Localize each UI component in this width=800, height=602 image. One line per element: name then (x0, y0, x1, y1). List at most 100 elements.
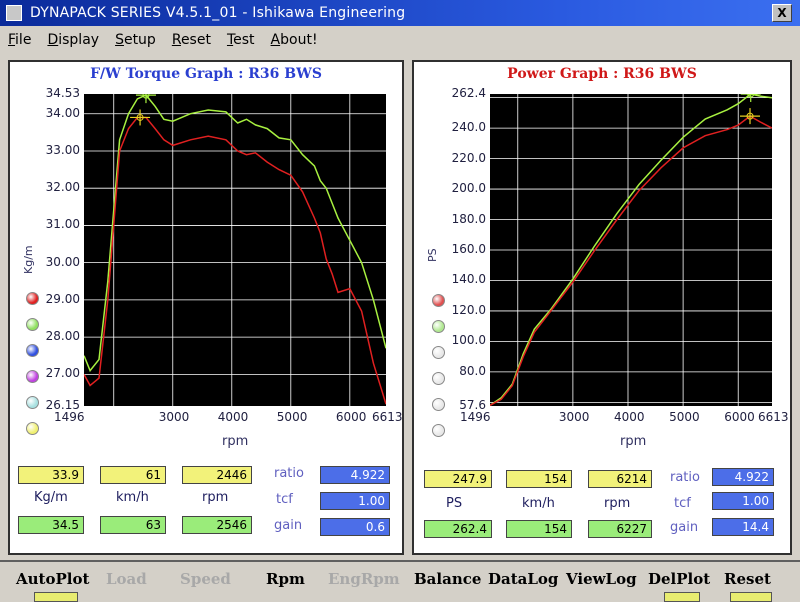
torque-ratio-label: ratio (274, 466, 304, 481)
torque-series-toggle-5[interactable] (26, 396, 39, 409)
power-series-toggle-2[interactable] (432, 320, 445, 333)
power-plot-area[interactable] (489, 86, 773, 407)
menu-setup[interactable]: Setup (107, 32, 164, 48)
torque-plot-area[interactable] (83, 87, 387, 406)
power-x-axis-label: rpm (620, 434, 647, 449)
reset-indicator (730, 592, 772, 602)
power-gain-value[interactable]: 14.4 (712, 518, 774, 536)
torque-series-toggle-6[interactable] (26, 422, 39, 435)
series-line-2 (83, 116, 387, 405)
power-x-tick: 1496 (460, 410, 491, 424)
delplot-indicator (664, 592, 700, 602)
power-x-tick: 5000 (669, 410, 700, 424)
menu-reset[interactable]: Reset (164, 32, 219, 48)
autoplot-button[interactable]: AutoPlot (16, 570, 89, 588)
menu-test[interactable]: Test (219, 32, 263, 48)
power-y-axis-label: PS (426, 248, 439, 262)
torque-chart (83, 87, 387, 406)
torque-x-axis-label: rpm (222, 434, 249, 449)
load-button[interactable]: Load (106, 570, 147, 588)
power-x-tick: 4000 (613, 410, 645, 424)
power-y-tick: 240.0 (451, 120, 486, 135)
torque-y-tick: 34.53 (45, 86, 80, 100)
torque-y-tick: 33.00 (45, 142, 80, 157)
power-value-peak: 262.4 (424, 520, 492, 538)
torque-y-tick: 28.00 (45, 329, 80, 344)
power-tcf-value[interactable]: 1.00 (712, 492, 774, 510)
menu-bar: File Display Setup Reset Test About! (0, 28, 800, 52)
torque-tcf-value[interactable]: 1.00 (320, 492, 390, 510)
torque-x-tick: 5000 (276, 410, 308, 424)
menu-file[interactable]: File (0, 32, 39, 48)
power-ratio-label: ratio (670, 470, 700, 485)
torque-value-peak: 34.5 (18, 516, 84, 534)
viewlog-button[interactable]: ViewLog (566, 570, 637, 588)
torque-value-top: 33.9 (18, 466, 84, 484)
power-y-tick: 80.0 (459, 363, 486, 378)
torque-series-toggle-3[interactable] (26, 344, 39, 357)
power-series-toggle-3[interactable] (432, 346, 445, 359)
power-rpm-top: 6214 (588, 470, 652, 488)
power-unit-label: PS (446, 496, 463, 511)
engrpm-button[interactable]: EngRpm (328, 570, 400, 588)
torque-y-tick: 32.00 (45, 180, 80, 195)
rpm-button[interactable]: Rpm (266, 570, 305, 588)
balance-button[interactable]: Balance (414, 570, 481, 588)
power-ratio-value[interactable]: 4.922 (712, 468, 774, 486)
power-rpm-unit: rpm (604, 496, 631, 511)
menu-about[interactable]: About! (263, 32, 326, 48)
power-x-tick: 6000 (724, 410, 755, 424)
series-line-2 (489, 115, 773, 407)
torque-x-tick: 1496 (54, 410, 85, 424)
app-icon (6, 5, 22, 21)
window-title: DYNAPACK SERIES V4.5.1_01 - Ishikawa Eng… (30, 5, 406, 21)
menu-display[interactable]: Display (39, 32, 107, 48)
torque-x-tick: 6000 (335, 410, 367, 424)
torque-rpm-peak: 2546 (182, 516, 252, 534)
torque-x-tick: 6613 (372, 410, 403, 424)
torque-rpm-top: 2446 (182, 466, 252, 484)
close-button[interactable]: X (772, 4, 792, 22)
power-series-toggle-1[interactable] (432, 294, 445, 307)
torque-y-tick: 29.00 (45, 291, 80, 306)
power-y-tick: 200.0 (451, 181, 486, 196)
torque-y-tick: 31.00 (45, 217, 80, 232)
power-tcf-label: tcf (674, 496, 691, 511)
torque-y-axis-label: Kg/m (22, 245, 35, 274)
torque-gain-value[interactable]: 0.6 (320, 518, 390, 536)
series-line-1 (83, 94, 387, 373)
power-y-tick: 220.0 (451, 150, 486, 165)
delplot-button[interactable]: DelPlot (648, 570, 710, 588)
power-value-top: 247.9 (424, 470, 492, 488)
power-speed-unit: km/h (522, 496, 555, 511)
torque-series-toggle-4[interactable] (26, 370, 39, 383)
power-y-tick: 160.0 (451, 242, 486, 256)
power-y-tick: 100.0 (451, 333, 486, 348)
torque-tcf-label: tcf (276, 492, 293, 507)
power-x-tick: 6613 (758, 410, 789, 424)
torque-series-toggle-1[interactable] (26, 292, 39, 305)
torque-gain-label: gain (274, 518, 303, 533)
torque-graph-title: F/W Torque Graph : R36 BWS (90, 66, 322, 82)
power-gain-label: gain (670, 520, 699, 535)
power-speed-top: 154 (506, 470, 572, 488)
power-y-tick: 180.0 (451, 211, 486, 226)
power-speed-peak: 154 (506, 520, 572, 538)
torque-y-tick: 30.00 (45, 254, 80, 269)
power-series-toggle-5[interactable] (432, 398, 445, 411)
torque-series-toggle-2[interactable] (26, 318, 39, 331)
datalog-button[interactable]: DataLog (488, 570, 558, 588)
power-y-tick: 120.0 (451, 302, 486, 317)
torque-x-tick: 4000 (217, 410, 249, 424)
torque-y-tick: 27.00 (45, 366, 80, 381)
speed-button[interactable]: Speed (180, 570, 231, 588)
reset-button[interactable]: Reset (724, 570, 771, 588)
power-chart (489, 86, 773, 407)
torque-speed-top: 61 (100, 466, 166, 484)
power-series-toggle-6[interactable] (432, 424, 445, 437)
torque-x-tick: 3000 (158, 410, 190, 424)
torque-ratio-value[interactable]: 4.922 (320, 466, 390, 484)
autoplot-indicator (34, 592, 78, 602)
power-series-toggle-4[interactable] (432, 372, 445, 385)
title-bar: DYNAPACK SERIES V4.5.1_01 - Ishikawa Eng… (0, 0, 800, 26)
